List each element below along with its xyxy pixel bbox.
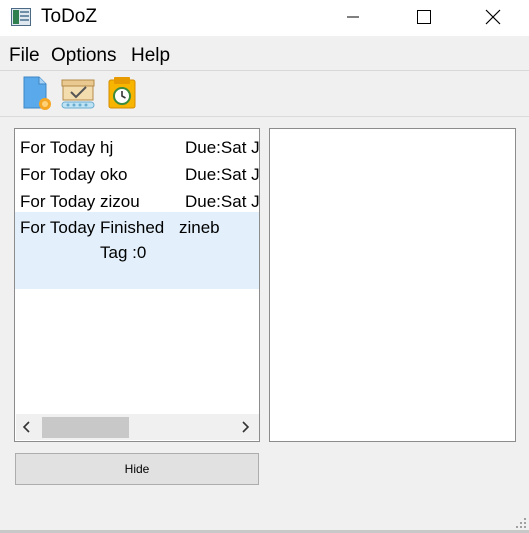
list-item[interactable]: For Today hj Due:Sat Ja (15, 133, 259, 160)
new-task-button[interactable] (18, 74, 54, 112)
close-icon (485, 9, 501, 25)
resize-grip-icon[interactable] (515, 517, 527, 529)
task-category: For Today (20, 165, 96, 184)
scroll-left-icon[interactable] (20, 420, 34, 434)
task-status: Finished (100, 218, 165, 237)
task-list[interactable]: For Today hj Due:Sat Ja For Today oko Du… (14, 128, 260, 442)
window-title: ToDoZ (41, 6, 97, 27)
menu-help[interactable]: Help (131, 45, 170, 67)
close-button[interactable] (470, 0, 516, 34)
postpone-button[interactable] (104, 74, 140, 112)
menu-divider (0, 70, 529, 71)
list-item-selected[interactable]: For Today Finished zineb Tag :0 (15, 212, 259, 289)
scrollbar-thumb[interactable] (42, 417, 129, 438)
task-name: hj (100, 138, 114, 157)
hide-button[interactable]: Hide (15, 453, 259, 485)
new-task-icon (23, 76, 51, 110)
task-category: For Today (20, 192, 96, 211)
list-item[interactable]: For Today oko Due:Sat Ja (15, 160, 259, 187)
minimize-button[interactable] (330, 0, 376, 34)
task-category: For Today (20, 218, 96, 237)
minimize-icon (347, 16, 359, 18)
maximize-button[interactable] (401, 0, 447, 34)
task-tag: Tag :0 (100, 243, 147, 262)
list-item[interactable]: For Today zizou Due:Sat Ja (15, 187, 259, 214)
task-name: oko (100, 165, 128, 184)
menu-options[interactable]: Options (51, 45, 116, 67)
mark-done-button[interactable] (60, 74, 96, 112)
task-name: zizou (100, 192, 140, 211)
horizontal-scrollbar[interactable] (16, 414, 259, 440)
menu-file[interactable]: File (9, 45, 40, 67)
task-category: For Today (20, 138, 96, 157)
postpone-icon (108, 77, 136, 109)
toolbar-divider (0, 116, 529, 117)
task-detail-panel[interactable] (269, 128, 516, 442)
task-due: Due:Sat Ja (185, 165, 260, 184)
task-name: zineb (179, 218, 220, 237)
app-icon (11, 8, 31, 26)
maximize-icon (417, 10, 431, 24)
scroll-right-icon[interactable] (238, 420, 252, 434)
task-due: Due:Sat Ja (185, 192, 260, 211)
task-due: Due:Sat Ja (185, 138, 260, 157)
mark-done-icon (61, 79, 95, 109)
